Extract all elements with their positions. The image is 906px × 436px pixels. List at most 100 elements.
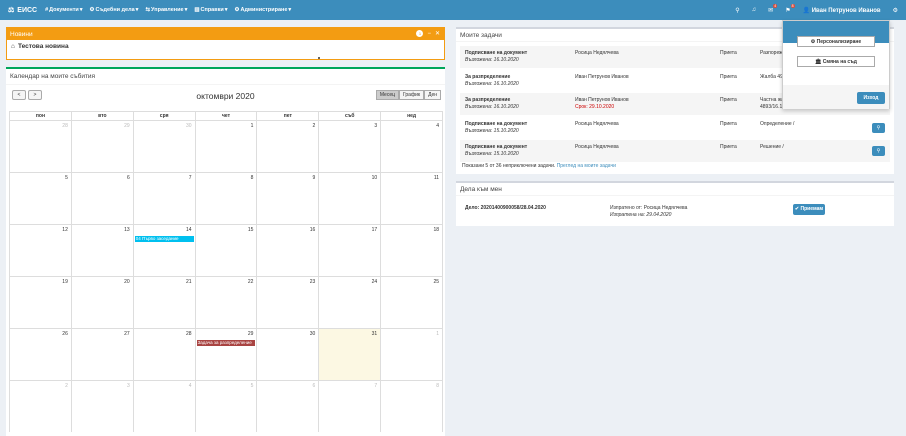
calendar-day[interactable]: 28 (10, 121, 72, 172)
calendar-day[interactable]: 3 (319, 121, 382, 172)
day-number: 4 (436, 123, 440, 129)
news-dot[interactable] (318, 57, 320, 59)
day-number: 31 (371, 331, 378, 337)
day-number: 29 (124, 123, 130, 129)
day-number: 21 (186, 279, 192, 285)
calendar-day[interactable]: 4 (381, 121, 442, 172)
calendar-day[interactable]: 7 (134, 173, 196, 224)
calendar-day[interactable]: 21 (134, 277, 196, 328)
calendar-day[interactable]: 9 (257, 173, 320, 224)
calendar-day[interactable]: 5 (196, 381, 258, 432)
accept-button[interactable]: ✔ Приемам (793, 204, 825, 215)
close-icon[interactable]: ✕ (435, 30, 440, 37)
calendar-day[interactable]: 28 (134, 329, 196, 380)
calendar-day[interactable]: 27 (72, 329, 134, 380)
calendar-day[interactable]: 30 (257, 329, 320, 380)
menu-documents[interactable]: # Документи ▾ (45, 7, 82, 13)
calendar-day[interactable]: 25 (381, 277, 442, 328)
view-schedule-button[interactable]: График (398, 90, 425, 100)
view-month-button[interactable]: Месец (375, 90, 399, 100)
day-header: чет (196, 112, 258, 120)
menu-reports[interactable]: ▥ Справки ▾ (194, 7, 227, 13)
view-day-button[interactable]: Ден (424, 90, 441, 100)
calendar-day[interactable]: 26 (10, 329, 72, 380)
task-desc: Решение / (760, 144, 784, 150)
task-type: За разпределение (465, 97, 511, 103)
personalize-button[interactable]: ⚙ Персонализиране (797, 36, 875, 47)
calendar-day[interactable]: 7 (319, 381, 382, 432)
bell-icon[interactable]: ♫ (752, 7, 757, 13)
calendar-day[interactable]: 29 Задача за разпределение (196, 329, 258, 380)
calendar-day[interactable]: 14 04 Първо заседание (134, 225, 196, 276)
accept-label: Приемам (800, 206, 824, 212)
calendar-day[interactable]: 19 (10, 277, 72, 328)
calendar-day[interactable]: 30 (134, 121, 196, 172)
exit-button[interactable]: Изход (857, 92, 885, 104)
calendar-day[interactable]: 1 (381, 329, 442, 380)
calendar-box: Календар на моите събития < > октомври 2… (6, 67, 445, 436)
calendar-day[interactable]: 2 (257, 121, 320, 172)
day-number: 2 (312, 123, 316, 129)
calendar-day[interactable]: 23 (257, 277, 320, 328)
task-search-button[interactable]: ⚲ (872, 146, 885, 156)
flag-icon[interactable]: ⚑ 8 (785, 3, 795, 14)
calendar-day[interactable]: 31 (319, 329, 382, 380)
calendar-day[interactable]: 16 (257, 225, 320, 276)
task-person: Росица Недялчева (575, 50, 619, 56)
task-date: Възложена: 16.10.2020 (465, 57, 519, 63)
task-type: За разпределение (465, 73, 511, 80)
settings-icon[interactable]: ⚙ (893, 7, 898, 14)
day-header: вто (72, 112, 134, 120)
menu-admin[interactable]: ⚙ Администриране ▾ (235, 7, 292, 13)
task-desc: Определение / (760, 120, 795, 127)
calendar-day[interactable]: 22 (196, 277, 258, 328)
change-court-button[interactable]: 🏛 Смяна на съд (797, 56, 875, 67)
calendar-day[interactable]: 8 (196, 173, 258, 224)
flag-badge: 8 (790, 3, 795, 8)
day-number: 4 (188, 383, 192, 389)
mail-icon[interactable]: ✉ 4 (768, 3, 778, 14)
calendar-day[interactable]: 12 (10, 225, 72, 276)
calendar-day[interactable]: 24 (319, 277, 382, 328)
calendar-day[interactable]: 13 (72, 225, 134, 276)
day-number: 12 (62, 227, 68, 233)
case-row: Дело: 20201400900058/28.04.2020 Изпратен… (460, 201, 890, 221)
day-number: 3 (126, 383, 130, 389)
calendar-day[interactable]: 4 (134, 381, 196, 432)
calendar-day[interactable]: 15 (196, 225, 258, 276)
menu-cases[interactable]: ⚙ Съдебни дела ▾ (90, 7, 139, 13)
calendar-day[interactable]: 18 (381, 225, 442, 276)
calendar-day[interactable]: 29 (72, 121, 134, 172)
menu-label: Справки (200, 7, 224, 13)
calendar-day[interactable]: 11 (381, 173, 442, 224)
calendar-day[interactable]: 17 (319, 225, 382, 276)
calendar-week: 2 3 4 5 6 7 8 (9, 380, 443, 432)
task-type: Подписване на документ (465, 120, 528, 127)
calendar-day[interactable]: 20 (72, 277, 134, 328)
tasks-link[interactable]: Преглед на моите задачи (557, 163, 616, 169)
day-number: 16 (309, 227, 316, 233)
calendar-day[interactable]: 10 (319, 173, 382, 224)
brand[interactable]: ⚖ ЕИСС (8, 6, 37, 15)
calendar-day[interactable]: 5 (10, 173, 72, 224)
day-number: 24 (371, 279, 378, 285)
search-icon[interactable]: ⚲ (735, 7, 739, 14)
calendar-day[interactable]: 3 (72, 381, 134, 432)
news-item[interactable]: ⌂ Тестова новина (7, 40, 444, 53)
task-status: Приета (720, 120, 737, 127)
calendar-day[interactable]: 6 (72, 173, 134, 224)
collapse-icon[interactable]: − (427, 31, 431, 37)
calendar-day[interactable]: 2 (10, 381, 72, 432)
brand-icon: ⚖ (8, 7, 15, 14)
day-number: 26 (62, 331, 68, 337)
calendar-event[interactable]: Задача за разпределение (196, 340, 256, 346)
calendar-day[interactable]: 6 (257, 381, 320, 432)
calendar-day[interactable]: 8 (381, 381, 442, 432)
calendar-event[interactable]: 04 Първо заседание (134, 236, 194, 242)
task-search-button[interactable]: ⚲ (872, 122, 885, 133)
calendar-day[interactable]: 1 (196, 121, 258, 172)
user-menu[interactable]: 👤 Иван Петрунов Иванов (803, 7, 881, 14)
task-type: Подписване на документ (465, 144, 528, 150)
day-header: нед (407, 113, 417, 119)
menu-management[interactable]: ⇆ Управление ▾ (145, 7, 187, 13)
